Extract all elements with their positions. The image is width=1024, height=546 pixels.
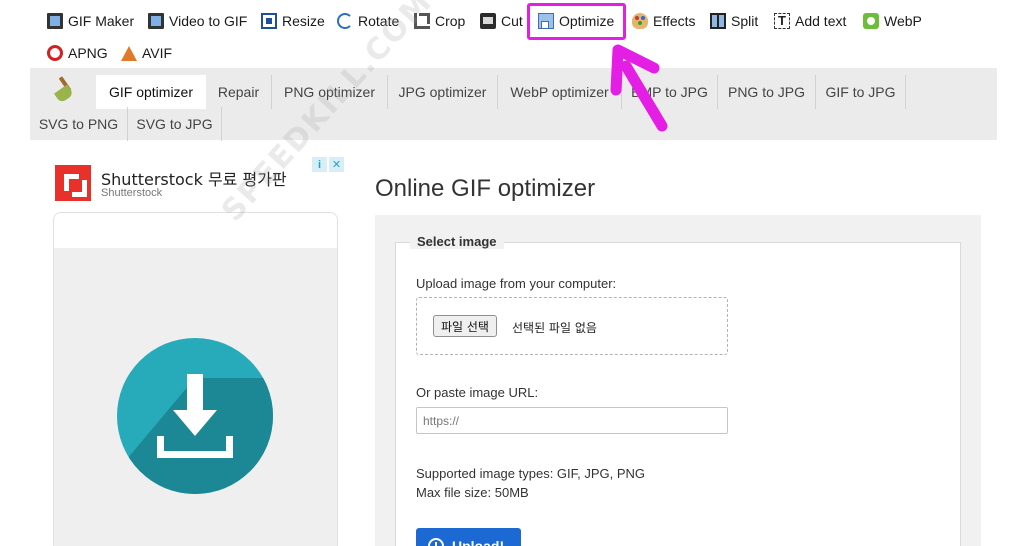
file-status: 선택된 파일 없음 xyxy=(512,321,597,335)
upload-button[interactable]: Upload! xyxy=(416,528,521,546)
nav-crop-label: Crop xyxy=(435,13,466,29)
select-image-legend: Select image xyxy=(410,234,504,249)
tab-svg-to-jpg[interactable]: SVG to JPG xyxy=(128,107,222,141)
webp-icon xyxy=(863,13,879,29)
supported-types-text: Supported image types: GIF, JPG, PNG xyxy=(416,466,646,481)
nav-avif-label: AVIF xyxy=(142,45,173,61)
palette-icon xyxy=(632,13,648,29)
film-icon xyxy=(148,13,164,29)
nav-cut[interactable]: Cut xyxy=(480,8,523,34)
nav-apng-label: APNG xyxy=(68,45,108,61)
nav-effects[interactable]: Effects xyxy=(632,8,696,34)
nav-add-text-label: Add text xyxy=(795,13,847,29)
apng-icon xyxy=(47,45,63,61)
broom-icon xyxy=(52,76,78,102)
avif-icon xyxy=(121,45,137,61)
split-icon xyxy=(710,13,726,29)
nav-webp-label: WebP xyxy=(884,13,922,29)
text-icon xyxy=(774,13,790,29)
advertisement[interactable]: Shutterstock 무료 평가판 Shutterstock i ✕ xyxy=(48,152,348,546)
ad-close-icon[interactable]: ✕ xyxy=(329,157,344,172)
nav-gif-maker-label: GIF Maker xyxy=(68,13,135,29)
nav-add-text[interactable]: Add text xyxy=(774,8,846,34)
nav-webp[interactable]: WebP xyxy=(863,8,922,34)
tab-svg-to-png[interactable]: SVG to PNG xyxy=(30,107,128,141)
ad-image-area xyxy=(54,248,337,546)
download-arrow-stem xyxy=(187,374,203,414)
ad-card[interactable] xyxy=(53,212,338,546)
choose-file-button[interactable]: 파일 선택 xyxy=(433,315,497,337)
max-size-text: Max file size: 50MB xyxy=(416,485,529,500)
download-arrow-head xyxy=(173,410,217,436)
download-tray xyxy=(157,436,233,458)
nav-apng[interactable]: APNG xyxy=(47,40,108,66)
gif-maker-icon xyxy=(47,13,63,29)
nav-video-to-gif-label: Video to GIF xyxy=(169,13,248,29)
rotate-icon xyxy=(337,13,353,29)
nav-effects-label: Effects xyxy=(653,13,696,29)
tab-repair[interactable]: Repair xyxy=(206,75,272,109)
annotation-arrow-icon xyxy=(610,44,668,132)
tab-gif-to-jpg[interactable]: GIF to JPG xyxy=(816,75,906,109)
resize-icon xyxy=(261,13,277,29)
select-image-fieldset: Select image Upload image from your comp… xyxy=(395,234,961,546)
upload-label: Upload image from your computer: xyxy=(416,276,617,291)
cut-icon xyxy=(480,13,496,29)
upload-panel: Select image Upload image from your comp… xyxy=(375,215,981,546)
tool-menu: GIF Maker Video to GIF Resize Rotate Cro… xyxy=(0,0,1024,68)
tab-gif-optimizer[interactable]: GIF optimizer xyxy=(96,75,206,109)
sub-tab-bar: GIF optimizer Repair PNG optimizer JPG o… xyxy=(30,68,997,141)
optimize-highlight-box xyxy=(527,3,626,40)
shutterstock-logo-icon xyxy=(55,165,91,201)
nav-cut-label: Cut xyxy=(501,13,523,29)
nav-resize-label: Resize xyxy=(282,13,325,29)
url-label: Or paste image URL: xyxy=(416,385,539,400)
upload-icon xyxy=(428,538,444,546)
tab-jpg-optimizer[interactable]: JPG optimizer xyxy=(388,75,498,109)
nav-gif-maker[interactable]: GIF Maker xyxy=(47,8,134,34)
ad-subtitle: Shutterstock xyxy=(101,187,163,199)
ad-info-icon[interactable]: i xyxy=(312,157,327,172)
nav-split[interactable]: Split xyxy=(710,8,758,34)
nav-resize[interactable]: Resize xyxy=(261,8,325,34)
tab-png-to-jpg[interactable]: PNG to JPG xyxy=(718,75,816,109)
page-title: Online GIF optimizer xyxy=(375,175,596,202)
nav-split-label: Split xyxy=(731,13,759,29)
url-input[interactable] xyxy=(416,407,728,434)
nav-video-to-gif[interactable]: Video to GIF xyxy=(148,8,247,34)
file-drop-zone[interactable]: 파일 선택 선택된 파일 없음 xyxy=(416,297,728,355)
upload-button-label: Upload! xyxy=(452,538,505,546)
nav-avif[interactable]: AVIF xyxy=(121,40,172,66)
download-icon xyxy=(117,338,273,494)
